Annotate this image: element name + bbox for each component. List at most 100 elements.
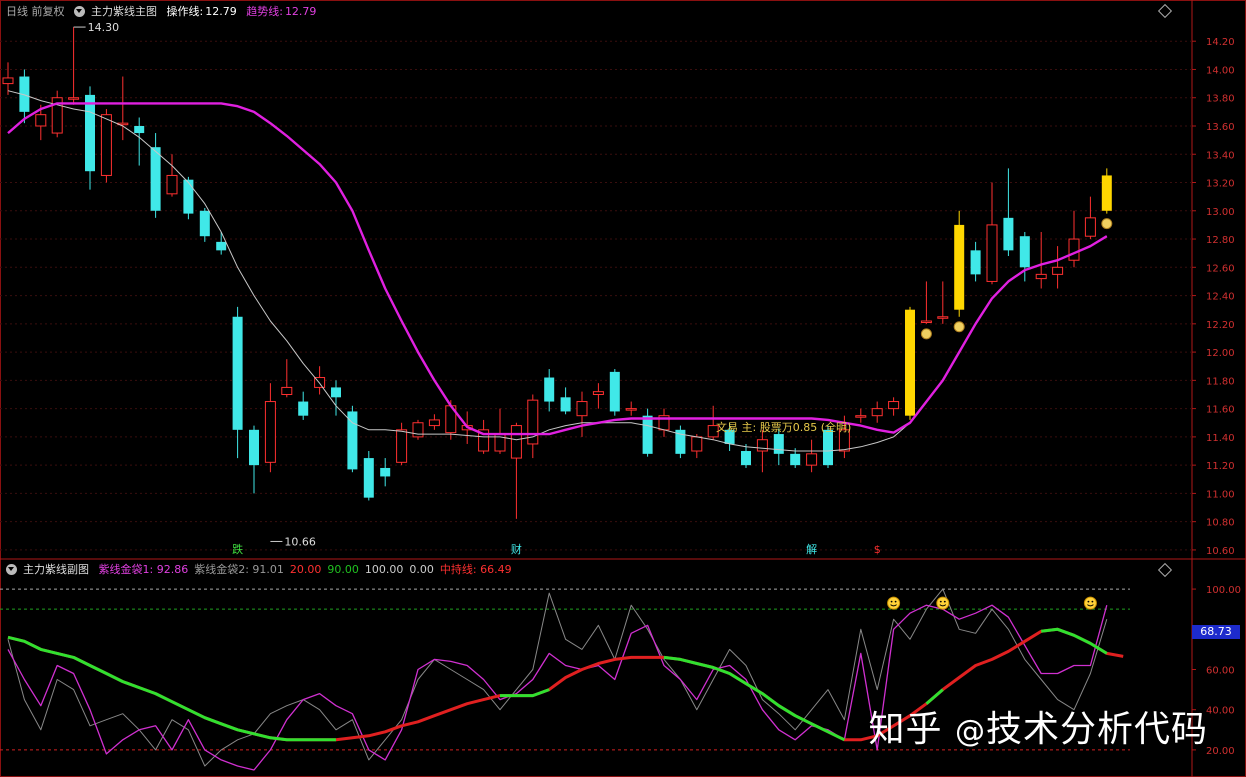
sub-header-item: 紫线金袋2: 91.01 (194, 563, 284, 576)
candle-body (986, 224, 998, 282)
candle-body (1084, 217, 1096, 237)
dropdown-icon[interactable] (6, 563, 17, 575)
dropdown-icon[interactable] (74, 5, 85, 17)
candle-body (281, 386, 293, 395)
y-tick-label: 13.00 (1206, 207, 1235, 218)
chart-canvas: 10.60 10.80 11.00 11.20 11.40 11.60 11.80 12.00… (0, 0, 1246, 777)
candle-body (625, 408, 637, 411)
y-tick-label: 10.80 (1206, 518, 1235, 529)
candle-body (85, 94, 95, 172)
y-tick-label: 13.20 (1206, 179, 1235, 190)
coin-icon (1101, 218, 1113, 230)
y-tick-label: 100.00 (1206, 585, 1241, 596)
candle-body (756, 439, 768, 452)
candle-body (937, 316, 949, 319)
candle-body (510, 425, 522, 459)
candle-body (905, 309, 915, 416)
trend-line-magenta (7, 102, 1108, 436)
candle-body (544, 377, 555, 402)
smiley-face (936, 596, 950, 610)
signal-marker: $ (874, 543, 881, 556)
candle-body (2, 77, 14, 85)
candle-body (871, 408, 883, 417)
y-tick-label: 13.60 (1206, 122, 1235, 133)
y-tick-label: 13.80 (1206, 94, 1235, 105)
y-tick-label: 40.00 (1206, 706, 1235, 717)
smiley-icon (1083, 596, 1097, 610)
smiley-icon (887, 596, 901, 610)
sub-header-item: 100.00 (364, 563, 404, 576)
candle-body (576, 401, 588, 417)
y-tick-label: 12.80 (1206, 235, 1235, 246)
candle-body (642, 415, 653, 454)
candle-body (298, 401, 309, 416)
period-label[interactable]: 日线 前复权 (6, 5, 65, 18)
candle-body (166, 174, 178, 195)
watermark-name: 技术分析代码 (985, 709, 1208, 750)
low-label: 10.66 (284, 535, 316, 548)
sub-header-item: 中持线: 66.49 (439, 563, 512, 576)
signal-marker: 跌 (232, 542, 243, 556)
y-tick-label: 60.00 (1206, 665, 1235, 676)
smiley-face (887, 596, 901, 610)
candle-body (609, 371, 620, 412)
y-tick-label: 11.80 (1206, 376, 1235, 387)
candle-body (790, 453, 801, 466)
trend-line-value: 12.79 (284, 5, 317, 18)
smiley-eye (939, 600, 942, 603)
sub-header-item: 紫线金袋1: 92.86 (98, 563, 189, 576)
candle-body (347, 411, 358, 470)
sub-hold-line-green (7, 635, 336, 742)
watermark-at: @ (954, 714, 986, 749)
main-header: 日线 前复权 主力紫线主图 操作线: 12.79 趋势线: 12.79 (6, 3, 322, 21)
y-tick-label: 13.40 (1206, 150, 1235, 161)
candle-body (920, 320, 932, 324)
candle-body (970, 250, 981, 275)
candle-body (560, 397, 571, 412)
y-tick-label: 11.40 (1206, 433, 1235, 444)
sub-header: 主力紫线副图 紫线金袋1: 92.86 紫线金袋2: 91.01 20.00 90.0… (6, 561, 518, 579)
candle-body (264, 401, 276, 463)
candle-body (199, 210, 210, 237)
candle-body (232, 316, 243, 430)
y-tick-label: 14.00 (1206, 65, 1235, 76)
sub-indicator-name[interactable]: 主力紫线副图 (23, 563, 89, 576)
candle-body (68, 97, 80, 100)
outer-frame (0, 0, 1246, 777)
high-label: 14.30 (88, 21, 120, 34)
main-indicator-name[interactable]: 主力紫线主图 (91, 5, 157, 18)
candle-body (823, 429, 833, 466)
watermark: 知乎 @技术分析代码 (869, 700, 1208, 752)
smiley-eye (943, 600, 946, 603)
y-tick-label: 14.20 (1206, 37, 1235, 48)
trend-line-thin (7, 90, 1108, 452)
smiley-eye (894, 600, 897, 603)
candle-body (331, 387, 341, 398)
y-tick-label: 12.60 (1206, 263, 1235, 274)
candle-body (1101, 175, 1112, 211)
candle-body (380, 467, 391, 477)
candle-body (216, 241, 227, 251)
candle-body (134, 125, 145, 134)
candle-body (35, 114, 47, 127)
chart-annotation: 文易 主: 股票万0.85 (全明) (716, 421, 852, 434)
op-line-value: 12.79 (205, 5, 237, 18)
candle-body (806, 453, 818, 466)
sub-header-item: 20.00 (289, 563, 322, 576)
candle-body (888, 401, 900, 410)
op-line-label: 操作线: (166, 5, 204, 18)
candle-body (1068, 238, 1080, 261)
y-tick-label: 12.40 (1206, 292, 1235, 303)
y-tick-label: 12.00 (1206, 348, 1235, 359)
smiley-icon (936, 596, 950, 610)
sub-header-item: 0.00 (409, 563, 434, 576)
candle-body (150, 147, 161, 211)
watermark-prefix: 知乎 (868, 709, 943, 750)
candle-body (1003, 217, 1014, 251)
candle-body (1019, 236, 1030, 268)
signal-marker: 财 (511, 542, 522, 556)
smiley-face (1083, 596, 1097, 610)
candle-body (396, 429, 408, 463)
candle-body (691, 436, 703, 452)
candle-body (428, 419, 440, 427)
